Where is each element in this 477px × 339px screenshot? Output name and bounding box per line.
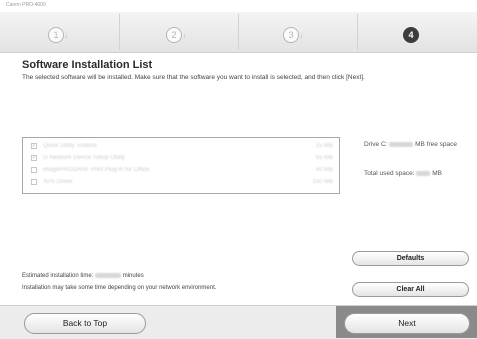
step-2-check-arrow-icon: ↓ — [182, 33, 187, 40]
step-divider — [357, 14, 358, 50]
software-size: 150 MB — [312, 179, 333, 185]
software-size: 25 MB — [315, 143, 333, 149]
estimated-label: Estimated installation time: — [22, 273, 94, 280]
step-3-label: 3 — [288, 30, 294, 40]
step-divider — [238, 14, 239, 50]
page-title: Software Installation List — [22, 59, 153, 71]
redacted-value — [95, 273, 122, 278]
network-note-text: Installation may take some time dependin… — [22, 285, 217, 291]
step-4-current: 4 — [403, 27, 419, 43]
software-name: IJ Network Device Setup Utility — [43, 155, 126, 161]
checkbox[interactable] — [31, 179, 37, 185]
step-2-label: 2 — [171, 30, 177, 40]
window-title: Canon PRO-4000 — [6, 2, 46, 8]
software-list-item[interactable]: XPS Driver 150 MB — [26, 177, 338, 188]
software-name: XPS Driver — [43, 179, 73, 185]
defaults-button[interactable]: Defaults — [352, 251, 469, 266]
redacted-value — [416, 170, 431, 176]
next-button[interactable]: Next — [344, 313, 470, 334]
software-list-item[interactable]: ✓ IJ Network Device Setup Utility 65 MB — [26, 153, 338, 164]
drive-free-suffix: MB free space — [415, 141, 458, 148]
software-size: 65 MB — [315, 155, 333, 161]
drive-free-space: Drive C: MB free space — [364, 140, 468, 149]
step-1-label: 1 — [53, 30, 59, 40]
software-list-item[interactable]: ✓ Quick Utility Toolbox 25 MB — [26, 141, 338, 152]
instruction-text: The selected software will be installed.… — [22, 74, 365, 81]
software-name: Quick Utility Toolbox — [43, 143, 97, 149]
software-list-item[interactable]: imagePROGRAF Print Plug-in for Office 40… — [26, 165, 338, 176]
checkbox[interactable] — [31, 167, 37, 173]
drive-label: Drive C: — [364, 141, 388, 148]
software-size: 40 MB — [315, 167, 333, 173]
step-divider — [119, 14, 120, 50]
used-suffix: MB — [432, 170, 442, 177]
step-2: 2 ↓ — [166, 27, 186, 43]
step-1: 1 ↓ — [48, 27, 68, 43]
total-used-space: Total used space: MB — [364, 170, 442, 177]
estimated-suffix: minutes — [122, 273, 144, 280]
used-label: Total used space: — [364, 170, 415, 177]
estimated-time-text: Estimated installation time: minutes — [22, 273, 144, 279]
step-3-check-arrow-icon: ↓ — [299, 33, 304, 40]
clear-all-button[interactable]: Clear All — [352, 282, 469, 297]
software-list: ✓ Quick Utility Toolbox 25 MB ✓ IJ Netwo… — [22, 137, 340, 194]
step-1-check-arrow-icon: ↓ — [64, 33, 69, 40]
back-to-top-button[interactable]: Back to Top — [24, 313, 146, 334]
step-4-label: 4 — [408, 30, 414, 40]
redacted-value — [389, 141, 414, 147]
step-3: 3 ↓ — [283, 27, 303, 43]
software-name: imagePROGRAF Print Plug-in for Office — [43, 167, 150, 173]
checkbox[interactable]: ✓ — [31, 143, 37, 149]
checkbox[interactable]: ✓ — [31, 155, 37, 161]
step-indicator-bar: 1 ↓ 2 ↓ 3 ↓ 4 — [0, 12, 477, 53]
